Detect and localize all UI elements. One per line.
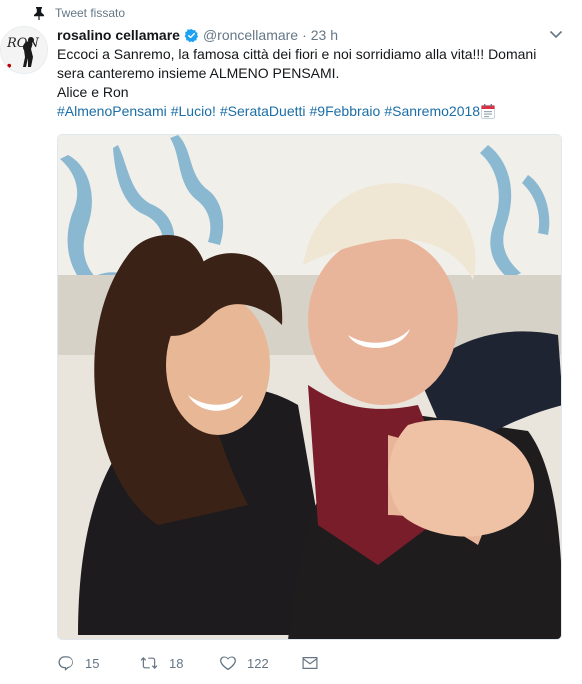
hashtag-link[interactable]: #Lucio!	[171, 103, 216, 119]
tweet-header: rosalino cellamare @roncellamare · 23 h	[57, 26, 582, 44]
chevron-down-icon[interactable]	[548, 26, 564, 42]
hashtag-link[interactable]: #SerataDuetti	[220, 103, 306, 119]
author-handle[interactable]: @roncellamare	[203, 27, 298, 43]
reply-count: 15	[85, 655, 100, 671]
retweet-icon	[140, 657, 158, 669]
retweet-button[interactable]: 18	[139, 652, 219, 674]
calendar-emoji-icon	[481, 104, 496, 124]
envelope-icon	[302, 657, 318, 669]
tweet-timestamp[interactable]: 23 h	[311, 27, 338, 43]
pin-icon	[32, 5, 46, 21]
avatar-text: RON	[6, 36, 39, 51]
tweet-text: Eccoci a Sanremo, la famosa città dei fi…	[57, 45, 567, 124]
like-button[interactable]: 122	[219, 652, 301, 674]
like-count: 122	[247, 655, 269, 671]
hashtag-list: #AlmenoPensami #Lucio! #SerataDuetti #9Febb…	[57, 102, 567, 124]
reply-button[interactable]: 15	[57, 652, 139, 674]
retweet-count: 18	[169, 655, 184, 671]
hashtag-link[interactable]: #9Febbraio	[310, 103, 381, 119]
hashtag-link[interactable]: #AlmenoPensami	[57, 103, 167, 119]
svg-text:●: ●	[7, 63, 12, 69]
reply-icon	[58, 656, 73, 671]
tweet-line-2: Alice e Ron	[57, 84, 129, 100]
tweet-photo[interactable]	[57, 134, 562, 640]
pinned-indicator: Tweet fissato	[32, 5, 125, 21]
verified-icon	[184, 28, 199, 43]
avatar[interactable]: RON ●	[0, 26, 48, 74]
heart-icon	[220, 656, 236, 671]
author-name[interactable]: rosalino cellamare	[57, 27, 180, 43]
pinned-label: Tweet fissato	[55, 6, 126, 20]
tweet-actions: 15 18 122	[57, 652, 329, 674]
hashtag-link[interactable]: #Sanremo2018	[384, 103, 480, 119]
tweet-line-1: Eccoci a Sanremo, la famosa città dei fi…	[57, 46, 537, 81]
separator-dot: ·	[302, 27, 307, 43]
direct-message-button[interactable]	[301, 652, 329, 674]
